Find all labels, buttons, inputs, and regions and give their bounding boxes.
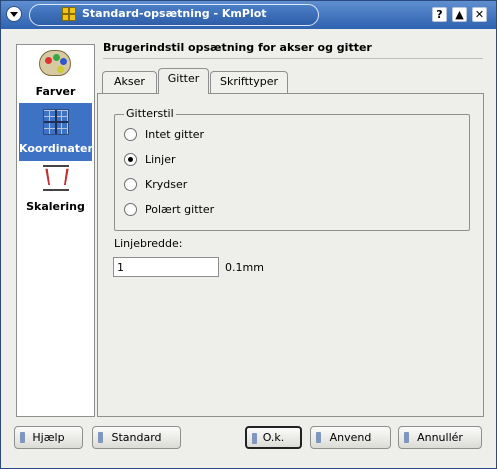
scaling-icon: [43, 165, 69, 191]
button-handle-icon: [98, 432, 103, 443]
tab-akser[interactable]: Akser: [102, 71, 157, 93]
help-button[interactable]: Hjælp: [14, 426, 83, 449]
button-handle-icon: [252, 433, 257, 444]
radio-button[interactable]: [124, 178, 137, 191]
shade-icon[interactable]: ▲: [452, 7, 467, 22]
sidebar-item-label: Farver: [35, 85, 76, 98]
button-handle-icon: [20, 432, 25, 443]
help-button-label: Hjælp: [32, 431, 65, 444]
ok-button[interactable]: O.k.: [245, 426, 302, 449]
radio-label: Polært gitter: [145, 203, 215, 216]
page-title: Brugerindstil opsætning for akser og git…: [103, 41, 372, 54]
coordinate-grid-icon: [43, 109, 69, 135]
default-button-label: Standard: [111, 431, 162, 444]
default-button[interactable]: Standard: [92, 426, 181, 449]
gridstyle-title: Gitterstil: [124, 107, 176, 120]
tab-gitter[interactable]: Gitter: [158, 68, 209, 94]
sidebar-item-label: Koordinater: [19, 142, 93, 155]
cancel-button-label: Annullér: [417, 431, 463, 444]
ok-button-label: O.k.: [262, 431, 285, 444]
window-menu-button[interactable]: [6, 6, 22, 22]
sidebar-item-skalering[interactable]: Skalering: [19, 161, 92, 219]
apply-button-label: Anvend: [329, 431, 372, 444]
button-handle-icon: [404, 432, 409, 443]
kmplot-app-icon: [62, 7, 76, 21]
linewidth-label: Linjebredde:: [114, 237, 183, 250]
radio-label: Intet gitter: [145, 128, 205, 141]
radio-label: Linjer: [145, 153, 176, 166]
button-handle-icon: [316, 432, 321, 443]
dialog-window: Standard-opsætning - KmPlot ? ▲ ✕ Farver…: [0, 0, 497, 469]
sidebar-item-farver[interactable]: Farver: [19, 47, 92, 105]
sidebar-item-label: Skalering: [26, 200, 85, 213]
radio-button[interactable]: [124, 203, 137, 216]
title-divider: [103, 58, 483, 59]
category-sidebar: Farver Koordinater Skalering: [16, 44, 95, 417]
radio-label: Krydser: [145, 178, 188, 191]
title-bar[interactable]: Standard-opsætning - KmPlot ? ▲ ✕: [1, 1, 496, 29]
window-title: Standard-opsætning - KmPlot: [82, 7, 267, 20]
close-icon[interactable]: ✕: [472, 7, 487, 22]
cancel-button[interactable]: Annullér: [398, 426, 482, 449]
apply-button[interactable]: Anvend: [310, 426, 391, 449]
radio-button[interactable]: [124, 153, 137, 166]
help-icon[interactable]: ?: [432, 7, 447, 22]
tab-skrifttyper[interactable]: Skrifttyper: [210, 71, 288, 93]
linewidth-input[interactable]: [113, 257, 219, 277]
palette-icon: [39, 50, 71, 76]
sidebar-item-koordinater[interactable]: Koordinater: [19, 103, 93, 161]
radio-button[interactable]: [124, 128, 137, 141]
linewidth-unit: 0.1mm: [225, 261, 264, 274]
